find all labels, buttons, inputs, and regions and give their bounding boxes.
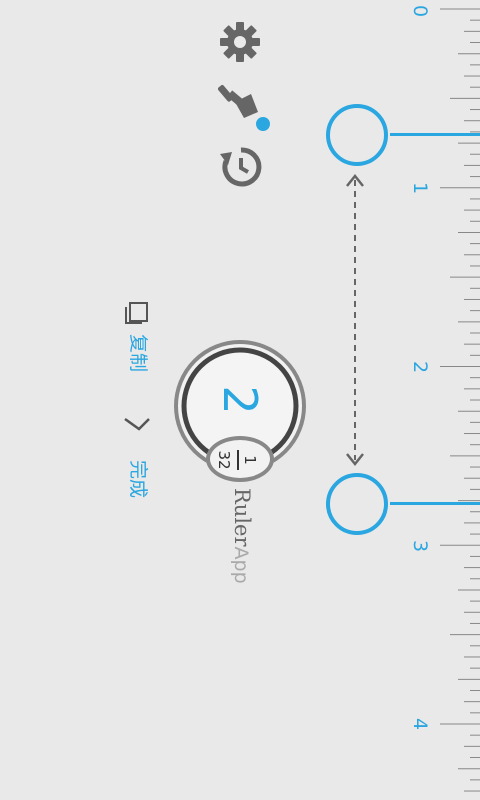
fraction-bar — [237, 450, 239, 470]
ruler-number-3: 3 — [409, 539, 432, 553]
check-icon[interactable] — [124, 412, 152, 446]
brand-name-part1: Ruler — [230, 488, 254, 547]
copy-button-label[interactable]: 复制 — [126, 334, 150, 374]
bottom-handle-line — [390, 502, 480, 505]
measurement-integer: 2 — [213, 385, 267, 415]
ruler-number-4: 4 — [409, 717, 432, 731]
settings-icon[interactable] — [218, 20, 262, 64]
brush-icon[interactable] — [218, 82, 274, 134]
ruler-number-2: 2 — [409, 360, 432, 374]
top-handle-line — [390, 133, 480, 136]
distance-arrow — [346, 173, 364, 467]
fraction-denominator: 32 — [215, 450, 233, 470]
brand-logo: RulerApp — [228, 488, 256, 584]
copy-icon[interactable] — [124, 301, 150, 325]
fraction-numerator: 1 — [241, 455, 259, 465]
brand-name-part2: App — [230, 546, 252, 584]
bottom-measure-handle[interactable] — [326, 473, 388, 535]
top-measure-handle[interactable] — [326, 104, 388, 166]
done-button-label[interactable]: 完成 — [126, 460, 150, 500]
ruler-number-0: 0 — [409, 4, 432, 18]
reset-icon[interactable] — [218, 144, 264, 188]
ruler-number-1: 1 — [409, 181, 432, 195]
